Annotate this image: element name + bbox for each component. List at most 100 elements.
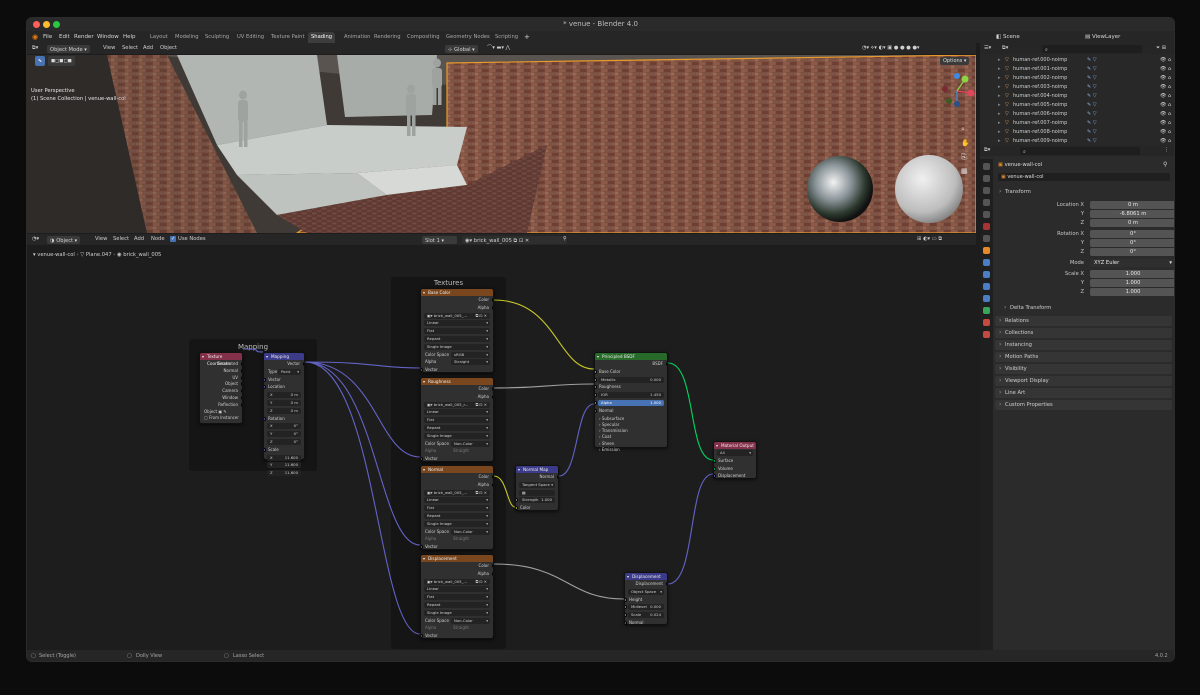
interpolation-dropdown[interactable]: Linear ▾ bbox=[421, 496, 493, 504]
properties-type-icon[interactable]: ⧉▾ bbox=[984, 145, 990, 156]
menu-help[interactable]: Help bbox=[123, 31, 136, 43]
socket-output[interactable] bbox=[240, 368, 242, 373]
add-workspace-button[interactable]: + bbox=[524, 31, 530, 43]
tab-layout[interactable]: Layout bbox=[147, 32, 171, 43]
tab-compositing[interactable]: Compositing bbox=[404, 32, 443, 43]
node-menu-select[interactable]: Select bbox=[113, 234, 129, 245]
data-tab-icon[interactable] bbox=[983, 307, 990, 314]
normal-space-dropdown[interactable]: Tangent Space ▾ bbox=[516, 481, 558, 489]
image-file-field[interactable]: ▣▾ brick_wall_005_... ⧉ ⊡ ✕ bbox=[421, 312, 493, 320]
object-tab-icon[interactable] bbox=[983, 247, 990, 254]
normal-map-node[interactable]: Normal Map Normal Tangent Space▾ ▦ Stren… bbox=[515, 465, 559, 511]
rotation-z-field[interactable]: 0° bbox=[1090, 248, 1174, 256]
metallic-field[interactable]: Metallic 0.000 bbox=[595, 376, 667, 384]
interpolation-dropdown[interactable]: Linear ▾ bbox=[421, 585, 493, 593]
viewport-menu-add[interactable]: Add bbox=[143, 43, 153, 54]
pan-icon[interactable]: ✋ bbox=[961, 139, 970, 147]
source-dropdown[interactable]: Single Image ▾ bbox=[421, 432, 493, 440]
panel-emission[interactable]: › Emission bbox=[595, 446, 667, 454]
collections-panel[interactable]: Collections bbox=[995, 328, 1172, 338]
scale-y-field[interactable]: 1.000 bbox=[1090, 279, 1174, 287]
scale-field[interactable]: Scale 0.024 bbox=[625, 611, 667, 619]
rotation-y-field[interactable]: 0° bbox=[1090, 239, 1174, 247]
list-item[interactable]: ▸ ▽ human-ref.005-noimp ✎ ▽ 👁 ⌂ bbox=[980, 101, 1174, 110]
socket-input[interactable] bbox=[595, 369, 597, 374]
list-item[interactable]: ▸ ▽ human-ref.007-noimp ✎ ▽ 👁 ⌂ bbox=[980, 119, 1174, 128]
render-tab-icon[interactable] bbox=[983, 175, 990, 182]
interpolation-dropdown[interactable]: Linear ▾ bbox=[421, 319, 493, 327]
zoom-icon[interactable]: ⌕ bbox=[961, 125, 965, 134]
motion-paths-panel[interactable]: Motion Paths bbox=[995, 352, 1172, 362]
editor-type-icon[interactable]: ⧉▾ bbox=[32, 43, 38, 54]
socket-output[interactable] bbox=[491, 394, 493, 399]
extension-dropdown[interactable]: Repeat ▾ bbox=[421, 335, 493, 343]
projection-dropdown[interactable]: Flat ▾ bbox=[421, 327, 493, 335]
image-file-field[interactable]: ▣▾ brick_wall_005_... ⧉ ⊡ ✕ bbox=[421, 578, 493, 586]
material-tab-icon[interactable] bbox=[983, 319, 990, 326]
socket-output[interactable] bbox=[240, 362, 242, 366]
socket-input[interactable] bbox=[264, 377, 266, 382]
object-mode-dropdown[interactable]: Object Mode ▾ bbox=[47, 44, 90, 53]
socket-input[interactable] bbox=[421, 457, 423, 462]
viewport-shading-icons[interactable]: ◔▾ ⟡▾ ◐▾ ▣ ● ● ● ●▾ bbox=[862, 43, 919, 54]
socket-output[interactable] bbox=[240, 382, 242, 387]
transform-orientation-dropdown[interactable]: ⊹ Global ▾ bbox=[445, 44, 478, 53]
socket-output[interactable] bbox=[240, 402, 242, 407]
rotation-x-field[interactable]: X 0° bbox=[264, 422, 304, 430]
selection-mode-icons[interactable]: ◼◻◼◻◼ bbox=[48, 56, 75, 66]
display-mode-icon[interactable]: ⧉▾ bbox=[1002, 43, 1008, 54]
socket-output[interactable] bbox=[240, 395, 242, 400]
close-window-button[interactable] bbox=[33, 21, 40, 28]
node-menu-node[interactable]: Node bbox=[151, 234, 165, 245]
list-item[interactable]: ▸ ▽ human-ref.002-noimp ✎ ▽ 👁 ⌂ bbox=[980, 74, 1174, 83]
list-item[interactable]: ▸ ▽ human-ref.000-noimp ✎ ▽ 👁 ⌂ bbox=[980, 56, 1174, 65]
blender-logo-icon[interactable]: ◉ bbox=[32, 31, 38, 43]
world-tab-icon[interactable] bbox=[983, 223, 990, 230]
strength-field[interactable]: Strength 1.000 bbox=[516, 496, 558, 504]
node-editor-type-icon[interactable]: ◔▾ bbox=[32, 234, 39, 245]
navigation-gizmo[interactable] bbox=[937, 71, 976, 111]
rotation-z-field[interactable]: Z 0° bbox=[264, 438, 304, 446]
image-texture-node-displacement[interactable]: Displacement Color Alpha ▣▾ brick_wall_0… bbox=[420, 554, 494, 639]
image-texture-node-roughness[interactable]: Roughness Color Alpha ▣▾ brick_wall_005_… bbox=[420, 377, 494, 462]
constraints-tab-icon[interactable] bbox=[983, 295, 990, 302]
ortho-toggle-icon[interactable]: ▦ bbox=[961, 167, 968, 175]
extension-dropdown[interactable]: Repeat ▾ bbox=[421, 424, 493, 432]
socket-output[interactable] bbox=[491, 475, 493, 479]
from-instancer-checkbox[interactable]: ▢ From Instancer bbox=[200, 414, 242, 422]
socket-input[interactable] bbox=[714, 466, 716, 471]
rotation-mode-dropdown[interactable]: XYZ Euler ▾ bbox=[1090, 259, 1174, 267]
tool-tab-icon[interactable] bbox=[983, 163, 990, 170]
socket-input[interactable] bbox=[421, 545, 423, 550]
alpha-field[interactable]: Alpha 1.000 bbox=[595, 399, 667, 407]
image-texture-node-base-color[interactable]: Base Color Color Alpha ▣▾ brick_wall_005… bbox=[420, 288, 494, 373]
socket-input[interactable] bbox=[595, 393, 597, 398]
image-texture-node-normal[interactable]: Normal Color Alpha ▣▾ brick_wall_005_...… bbox=[420, 465, 494, 550]
tab-texture-paint[interactable]: Texture Paint bbox=[268, 32, 307, 43]
zoom-window-button[interactable] bbox=[53, 21, 60, 28]
outliner-type-icon[interactable]: ☰▾ bbox=[984, 43, 991, 54]
scale-y-field[interactable]: Y 11.600 bbox=[264, 461, 304, 469]
properties-editor[interactable]: ⧉▾ ⌕ ⋮ ▣ venue-wall-col ⚲ ▣ venue-wall-c… bbox=[980, 145, 1174, 650]
tab-geometry-nodes[interactable]: Geometry Nodes bbox=[443, 32, 493, 43]
3d-viewport[interactable]: User Perspective (1) Scene Collection | … bbox=[27, 55, 976, 233]
projection-dropdown[interactable]: Flat ▾ bbox=[421, 504, 493, 512]
location-y-field[interactable]: Y0 m bbox=[264, 399, 304, 407]
color-space-dropdown[interactable]: Color Space Non-Color ▾ bbox=[421, 528, 493, 536]
ior-field[interactable]: IOR 1.450 bbox=[595, 391, 667, 399]
rotation-x-field[interactable]: 0° bbox=[1090, 230, 1174, 238]
menu-window[interactable]: Window bbox=[97, 31, 119, 43]
physics-tab-icon[interactable] bbox=[983, 283, 990, 290]
tab-animation[interactable]: Animation bbox=[341, 32, 373, 43]
uv-map-field[interactable]: ▦ bbox=[516, 489, 558, 497]
principled-bsdf-node[interactable]: Principled BSDF BSDF Base Color Metallic… bbox=[594, 352, 668, 452]
location-z-field[interactable]: Z0 m bbox=[264, 407, 304, 415]
shader-type-dropdown[interactable]: ◑ Object ▾ bbox=[47, 235, 81, 244]
socket-input[interactable] bbox=[264, 385, 266, 390]
socket-input[interactable] bbox=[264, 447, 266, 452]
delta-transform-panel[interactable]: Delta Transform bbox=[1000, 303, 1172, 313]
color-space-dropdown[interactable]: Color Space Non-Color ▾ bbox=[421, 440, 493, 448]
list-item[interactable]: ▸ ▽ human-ref.006-noimp ✎ ▽ 👁 ⌂ bbox=[980, 110, 1174, 119]
mapping-type-dropdown[interactable]: Type Point ▾ bbox=[264, 368, 304, 376]
socket-input[interactable] bbox=[595, 377, 597, 382]
